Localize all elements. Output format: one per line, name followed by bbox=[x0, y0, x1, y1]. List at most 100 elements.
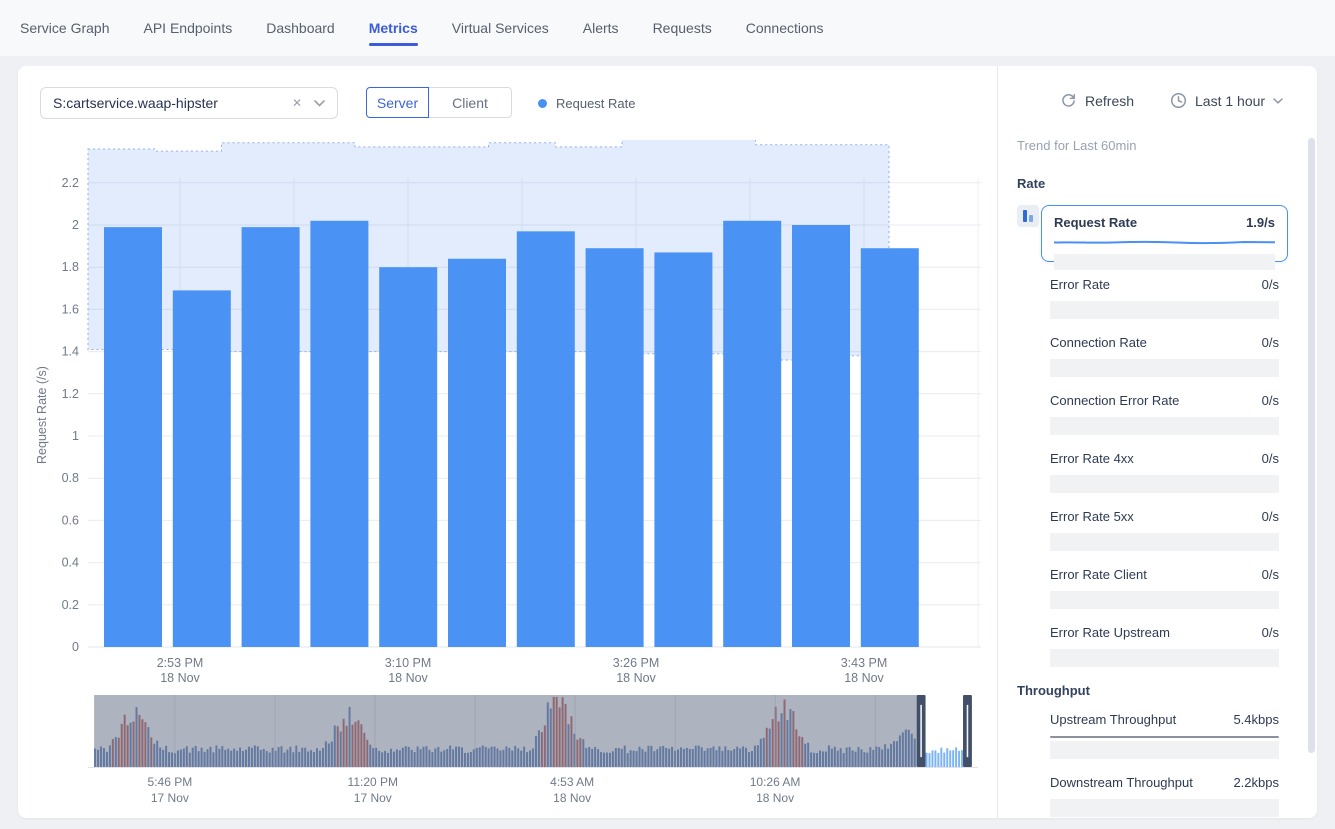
svg-text:1: 1 bbox=[72, 429, 79, 443]
nav-item-label: Dashboard bbox=[266, 20, 335, 36]
metric-row-header: Connection Error Rate 0/s bbox=[1050, 393, 1279, 408]
svg-text:1.6: 1.6 bbox=[62, 302, 79, 316]
metric-value: 1.9/s bbox=[1246, 215, 1275, 230]
chevron-down-icon[interactable] bbox=[314, 100, 325, 107]
metric-card-request-rate[interactable]: Request Rate 1.9/s bbox=[1041, 205, 1288, 262]
refresh-label: Refresh bbox=[1085, 93, 1134, 109]
svg-text:3:26 PM18 Nov: 3:26 PM18 Nov bbox=[613, 656, 660, 685]
metric-row-header: Error Rate 5xx 0/s bbox=[1050, 509, 1279, 524]
svg-text:2.2: 2.2 bbox=[62, 176, 79, 190]
metric-sparkline-area bbox=[1050, 533, 1279, 551]
overview-x-label: 4:53 AM18 Nov bbox=[522, 775, 622, 806]
throughput-sparkline bbox=[1050, 736, 1279, 738]
metric-row-connection-error-rate[interactable]: Connection Error Rate 0/s bbox=[1050, 393, 1279, 435]
metrics-panel: S:cartservice.waap-hipster ✕ Server Clie… bbox=[18, 66, 1317, 818]
nav-item-label: Virtual Services bbox=[452, 20, 549, 36]
trend-title: Trend for Last 60min bbox=[1017, 138, 1307, 153]
nav-item-api-endpoints[interactable]: API Endpoints bbox=[143, 0, 232, 56]
metric-selected-wrap: Request Rate 1.9/s bbox=[1017, 205, 1307, 262]
section-title-rate: Rate bbox=[1017, 176, 1307, 191]
metric-row-header: Error Rate 4xx0/s bbox=[1050, 451, 1279, 466]
service-filter-value: S:cartservice.waap-hipster bbox=[53, 95, 292, 111]
metric-sparkline-area bbox=[1050, 649, 1279, 667]
metric-sparkline-area bbox=[1050, 359, 1279, 377]
metric-label: Error Rate 5xx bbox=[1050, 509, 1134, 524]
metric-label: Upstream Throughput bbox=[1050, 712, 1176, 727]
metric-row-error-rate[interactable]: Error Rate0/s bbox=[1050, 277, 1279, 319]
bar-chart-icon[interactable] bbox=[1017, 205, 1039, 227]
nav-item-virtual-services[interactable]: Virtual Services bbox=[452, 0, 549, 56]
metric-label: Error Rate Client bbox=[1050, 567, 1147, 582]
metric-label: Connection Rate bbox=[1050, 335, 1147, 350]
svg-text:0: 0 bbox=[72, 640, 79, 654]
legend-label: Request Rate bbox=[556, 96, 636, 111]
refresh-button[interactable]: Refresh bbox=[1060, 92, 1134, 109]
nav-item-service-graph[interactable]: Service Graph bbox=[20, 0, 109, 56]
metric-value: 0/s bbox=[1262, 335, 1279, 350]
svg-text:2:53 PM18 Nov: 2:53 PM18 Nov bbox=[157, 656, 204, 685]
metric-value: 0/s bbox=[1262, 625, 1279, 640]
metric-row-error-rate-5xx[interactable]: Error Rate 5xx 0/s bbox=[1050, 509, 1279, 551]
metric-value: 0/s bbox=[1262, 393, 1279, 408]
nav-item-metrics[interactable]: Metrics bbox=[369, 0, 418, 56]
sidebar-scrollbar[interactable] bbox=[1308, 138, 1315, 753]
request-rate-bar bbox=[379, 267, 437, 647]
time-range-overview-chart[interactable]: 5:46 PM17 Nov11:20 PM17 Nov4:53 AM18 Nov… bbox=[88, 695, 978, 811]
svg-text:0.4: 0.4 bbox=[62, 556, 79, 570]
service-filter-select[interactable]: S:cartservice.waap-hipster ✕ bbox=[40, 87, 338, 119]
clock-icon bbox=[1170, 92, 1187, 109]
nav-item-label: Requests bbox=[653, 20, 712, 36]
client-toggle-button[interactable]: Client bbox=[428, 87, 512, 118]
metric-label: Error Rate 4xx bbox=[1050, 451, 1134, 466]
overview-x-label: 5:46 PM17 Nov bbox=[120, 775, 220, 806]
nav-item-label: Connections bbox=[746, 20, 824, 36]
request-rate-bar bbox=[448, 259, 506, 647]
refresh-icon bbox=[1060, 92, 1077, 109]
server-client-toggle: Server Client bbox=[366, 87, 512, 118]
metric-label: Request Rate bbox=[1054, 215, 1137, 230]
request-rate-bar bbox=[586, 248, 644, 647]
metric-value: 2.2kbps bbox=[1233, 775, 1279, 790]
metric-sparkline-area bbox=[1050, 741, 1279, 759]
metric-row-connection-rate[interactable]: Connection Rate 0/s bbox=[1050, 335, 1279, 377]
nav-item-label: Alerts bbox=[583, 20, 619, 36]
metric-row-error-rate-upstream[interactable]: Error Rate Upstream0/s bbox=[1050, 625, 1279, 667]
nav-item-dashboard[interactable]: Dashboard bbox=[266, 0, 335, 56]
request-rate-bar bbox=[861, 248, 919, 647]
request-rate-bar bbox=[517, 231, 575, 647]
time-range-selector[interactable]: Last 1 hour bbox=[1170, 92, 1283, 109]
clear-filter-icon[interactable]: ✕ bbox=[292, 96, 302, 110]
metric-sparkline-area bbox=[1050, 417, 1279, 435]
metric-row-upstream-throughput[interactable]: Upstream Throughput5.4kbps bbox=[1050, 712, 1279, 759]
svg-text:3:10 PM18 Nov: 3:10 PM18 Nov bbox=[385, 656, 432, 685]
section-title-throughput: Throughput bbox=[1017, 683, 1307, 698]
request-rate-bar bbox=[723, 221, 781, 647]
metric-label: Connection Error Rate bbox=[1050, 393, 1179, 408]
nav-item-alerts[interactable]: Alerts bbox=[583, 0, 619, 56]
svg-text:1.2: 1.2 bbox=[62, 387, 79, 401]
svg-text:0.2: 0.2 bbox=[62, 598, 79, 612]
metric-label: Downstream Throughput bbox=[1050, 775, 1193, 790]
nav-item-label: API Endpoints bbox=[143, 20, 232, 36]
nav-item-connections[interactable]: Connections bbox=[746, 0, 824, 56]
overview-x-label: 10:26 AM18 Nov bbox=[725, 775, 825, 806]
metric-row-error-rate-4xx[interactable]: Error Rate 4xx0/s bbox=[1050, 451, 1279, 493]
metric-row-header: Connection Rate 0/s bbox=[1050, 335, 1279, 350]
metric-value: 0/s bbox=[1262, 509, 1279, 524]
metric-sparkline-area bbox=[1054, 254, 1275, 270]
metric-label: Error Rate bbox=[1050, 277, 1110, 292]
svg-text:0.8: 0.8 bbox=[62, 471, 79, 485]
request-rate-bar bbox=[104, 227, 162, 647]
svg-text:2: 2 bbox=[72, 218, 79, 232]
metric-row-downstream-throughput[interactable]: Downstream Throughput 2.2kbps bbox=[1050, 775, 1279, 817]
request-rate-bar bbox=[173, 290, 231, 647]
request-rate-chart: 00.20.40.60.811.21.41.61.822.22:53 PM18 … bbox=[30, 140, 981, 700]
nav-item-requests[interactable]: Requests bbox=[653, 0, 712, 56]
legend-dot-icon bbox=[538, 99, 547, 108]
metric-row-header: Error Rate Upstream0/s bbox=[1050, 625, 1279, 640]
metric-row-error-rate-client[interactable]: Error Rate Client0/s bbox=[1050, 567, 1279, 609]
sidebar-divider bbox=[997, 66, 998, 818]
chevron-down-icon bbox=[1273, 98, 1283, 104]
server-toggle-button[interactable]: Server bbox=[366, 87, 429, 118]
request-rate-bar bbox=[792, 225, 850, 647]
